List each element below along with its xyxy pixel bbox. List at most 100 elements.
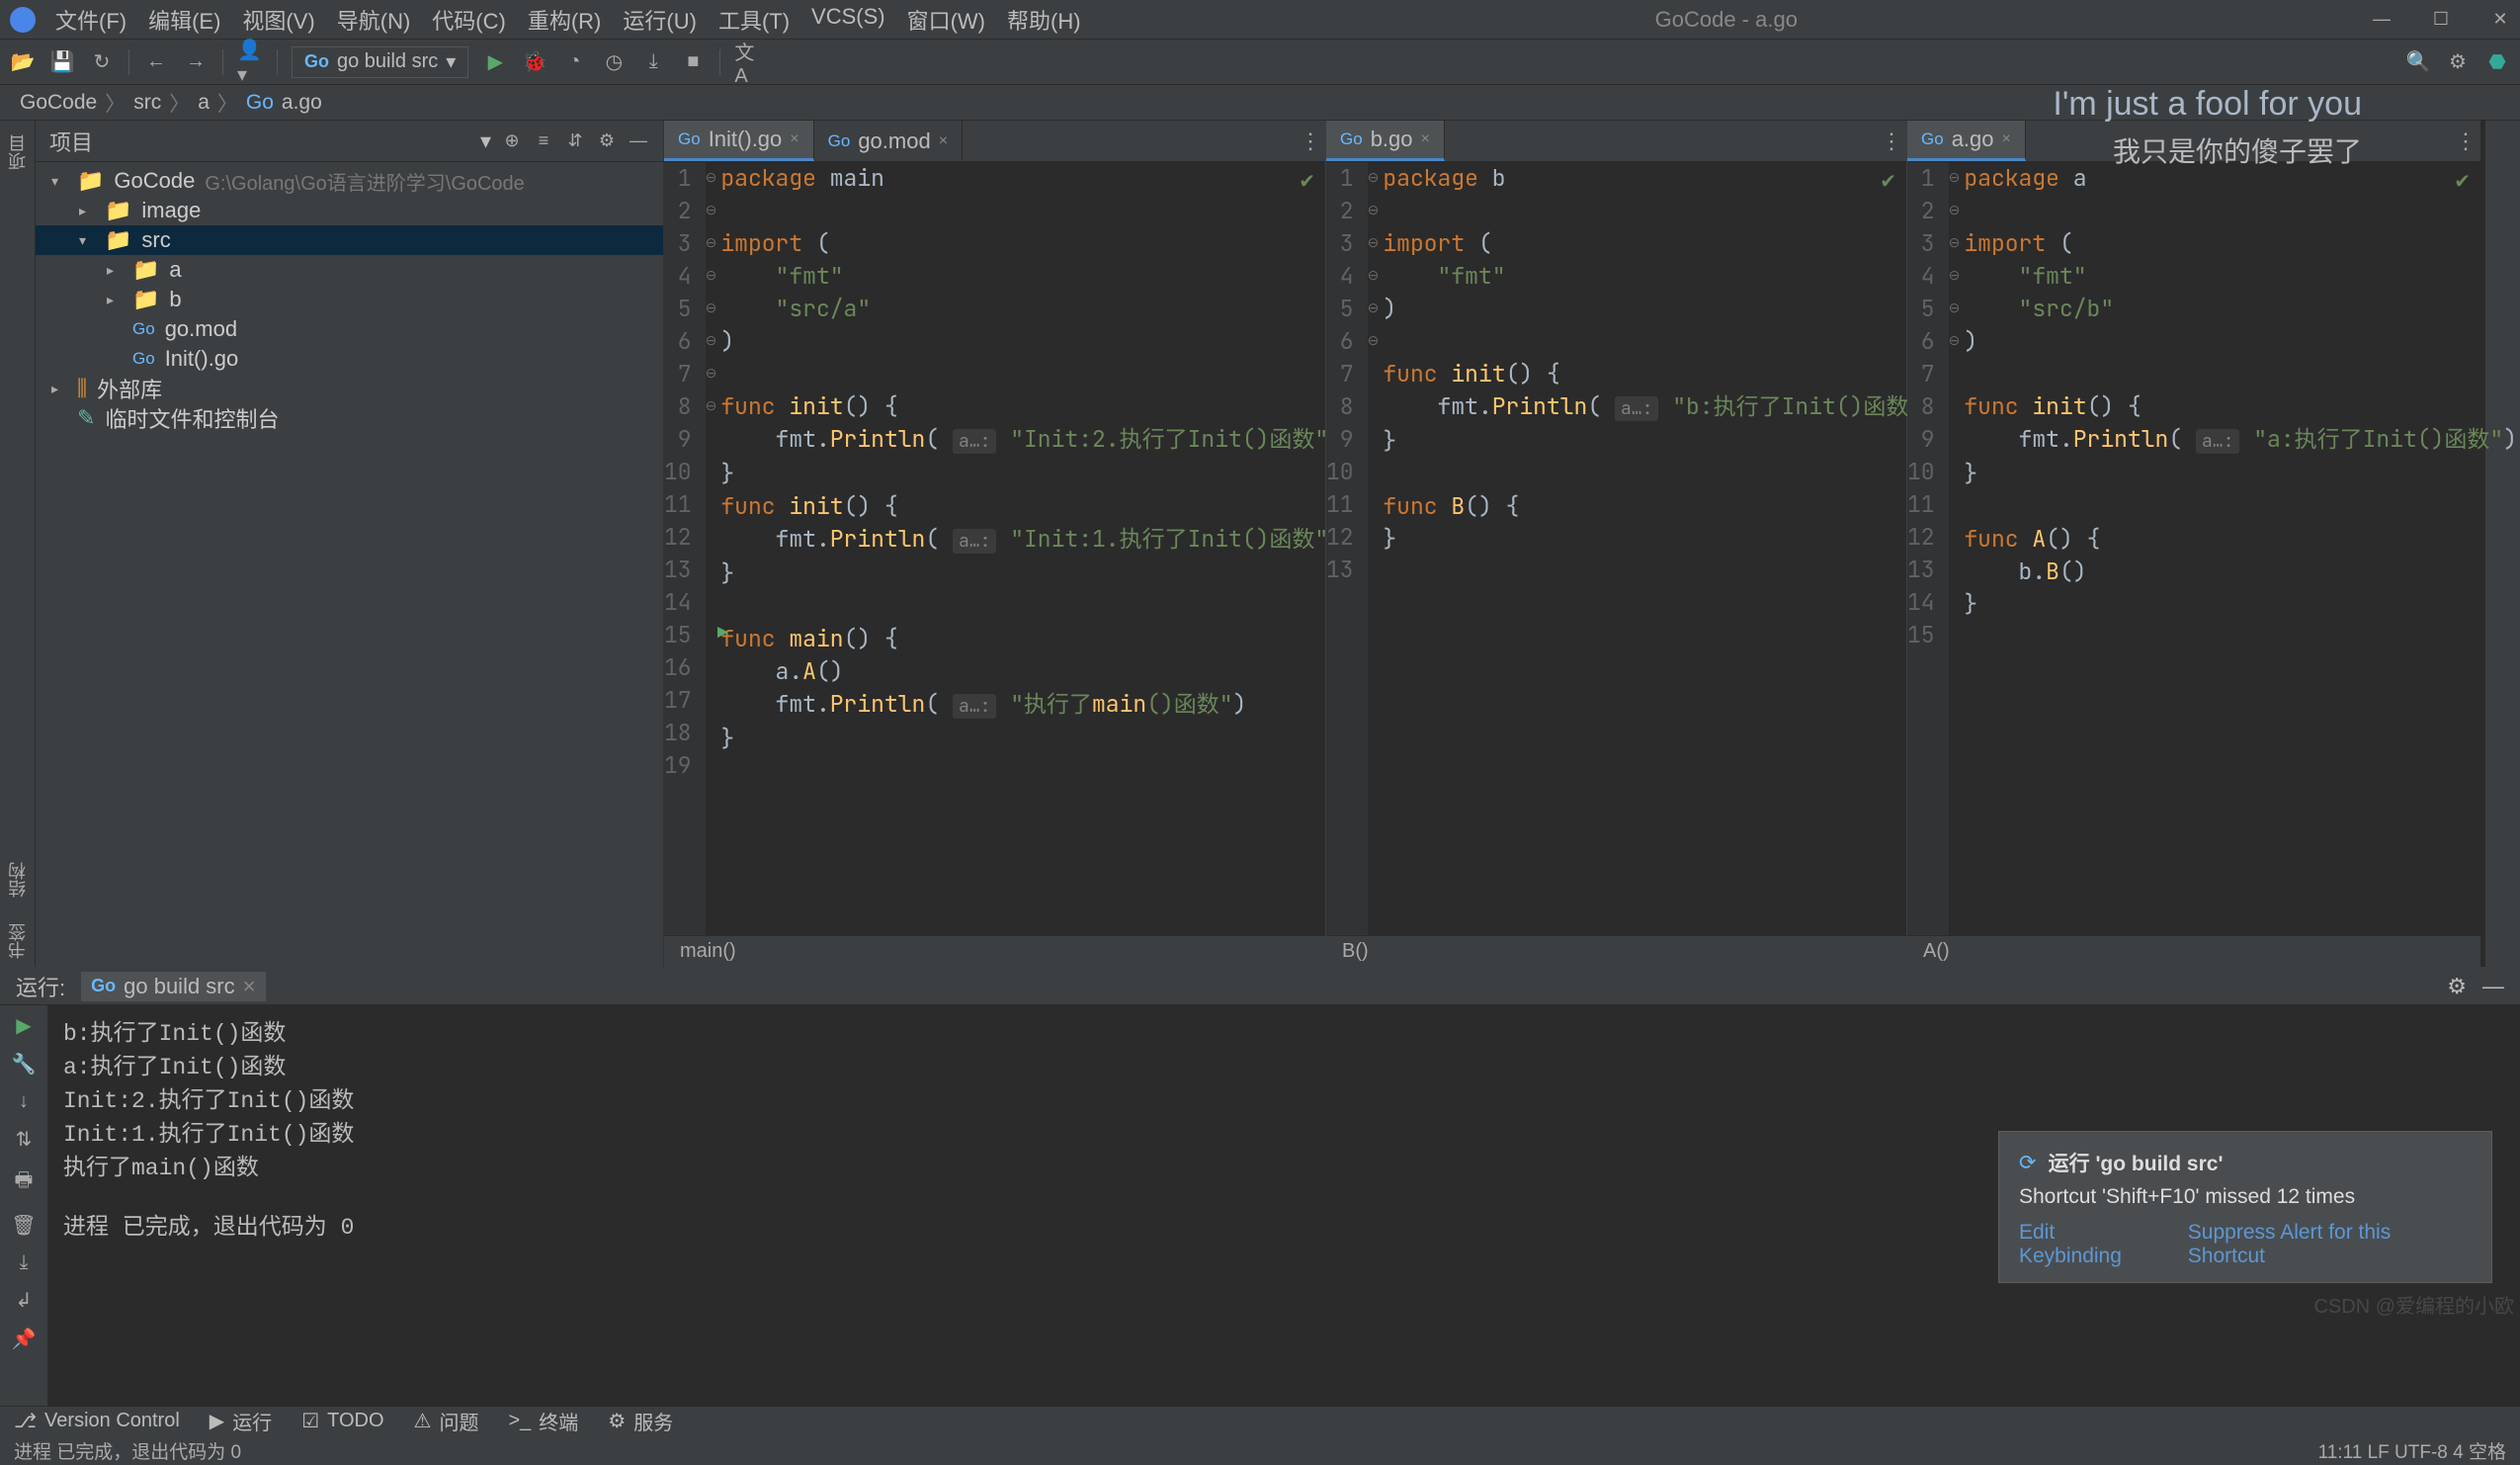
structure-tool-button[interactable]: 结构 [5,854,31,905]
menu-item[interactable]: 帮助(H) [1007,4,1081,36]
extra-icon[interactable]: ⬣ [2484,49,2510,75]
close-tab-icon[interactable]: × [939,132,948,150]
select-opened-file-icon[interactable]: ⊕ [501,130,523,151]
rerun-icon[interactable]: ▶ [16,1013,31,1038]
editor-tab[interactable]: GoInit().go× [664,121,814,161]
close-tab-icon[interactable]: × [790,130,798,148]
run-config-selector[interactable]: Go go build src ▾ [292,46,468,78]
save-icon[interactable]: 💾 [49,49,75,75]
tree-row[interactable]: Gogo.mod [36,314,663,344]
debug-icon[interactable]: 🐞 [522,49,547,75]
forward-icon[interactable]: → [183,49,209,75]
menu-item[interactable]: 编辑(E) [148,4,220,36]
hide-panel-icon[interactable]: — [628,130,649,151]
run-settings-icon[interactable]: ⚙ [2447,974,2467,999]
code-editor[interactable]: package a import ( "fmt" "src/b" ) func … [1960,162,2517,935]
chevron-down-icon[interactable]: ▾ [480,129,491,154]
editor-tab[interactable]: Gogo.mod× [814,121,963,161]
menu-item[interactable]: 运行(U) [623,4,697,36]
run-tab[interactable]: Go go build src × [81,972,265,1001]
run-icon[interactable]: ▶ [482,49,508,75]
toolwindow-button[interactable]: ⎇Version Control [14,1409,180,1433]
editor-breadcrumb[interactable]: A() [1907,935,2480,967]
expand-all-icon[interactable]: ≡ [533,130,554,151]
tree-row[interactable]: ▸📁image [36,196,663,225]
editor-tab[interactable]: Gob.go× [1326,121,1445,161]
tree-row[interactable]: ✎临时文件和控制台 [36,403,663,433]
menu-item[interactable]: 代码(C) [432,4,506,36]
panel-settings-icon[interactable]: ⚙ [596,130,618,151]
menu-item[interactable]: 文件(F) [55,4,126,36]
toolwindow-button[interactable]: ☑TODO [301,1409,383,1433]
app-icon [10,7,36,33]
breadcrumb-item[interactable]: a [198,91,210,115]
tree-row[interactable]: GoInit().go [36,344,663,374]
tree-row[interactable]: ▸📁a [36,255,663,285]
notification-balloon[interactable]: ⟳ 运行 'go build src' Shortcut 'Shift+F10'… [1998,1131,2492,1283]
gutter-run-icon[interactable]: ▶ [717,622,728,645]
print-icon[interactable]: 🖶 [15,1165,34,1199]
user-menu-icon[interactable]: 👤▾ [237,49,263,75]
close-tab-icon[interactable]: × [243,974,256,999]
toolwindow-button[interactable]: >_终端 [508,1407,578,1435]
stop-icon[interactable]: ■ [680,49,706,75]
toolwindow-label: 服务 [633,1407,673,1435]
close-tab-icon[interactable]: × [2002,130,2011,148]
delete-icon[interactable]: 🗑 [11,1213,36,1238]
project-tree[interactable]: ▾📁GoCode G:\Golang\Go语言进阶学习\GoCode▸📁imag… [36,162,663,967]
maximize-icon[interactable]: ☐ [2431,9,2451,30]
editor-tab[interactable]: Goa.go× [1907,121,2026,161]
collapse-all-icon[interactable]: ⇵ [564,130,586,151]
profile-icon[interactable]: ◷ [601,49,627,75]
notification-link-suppress[interactable]: Suppress Alert for this Shortcut [2188,1221,2472,1268]
code-editor[interactable]: package b import ( "fmt" ) func init() {… [1379,162,1936,935]
settings-icon[interactable]: ⚙ [2445,49,2471,75]
search-everywhere-icon[interactable]: 🔍 [2405,49,2431,75]
down-icon[interactable]: ↓ [19,1090,29,1113]
tree-row[interactable]: ▸⫼外部库 [36,374,663,403]
menu-item[interactable]: 重构(R) [528,4,602,36]
menu-item[interactable]: 导航(N) [337,4,411,36]
tab-menu-icon[interactable]: ⋮ [2451,121,2480,161]
attach-icon[interactable]: ⤓ [640,49,666,75]
editor-breadcrumb[interactable]: B() [1326,935,1906,967]
translate-icon[interactable]: 文A [734,49,760,75]
pin-icon[interactable]: 📌 [12,1327,37,1351]
tree-row[interactable]: ▾📁src [36,225,663,255]
toolwindow-button[interactable]: ⚙服务 [608,1407,673,1435]
toolwindow-button[interactable]: ▶运行 [210,1407,272,1435]
soft-wrap-icon[interactable]: ↲ [16,1288,33,1313]
close-icon[interactable]: ✕ [2490,9,2510,30]
code-editor[interactable]: package main import ( "fmt" "src/a" ) fu… [716,162,1342,935]
hide-run-icon[interactable]: — [2482,974,2504,999]
breadcrumb-item[interactable]: GoCode [20,91,97,115]
filter-icon[interactable]: ⇅ [16,1127,33,1152]
project-tool-button[interactable]: 项目 [5,127,31,178]
project-panel: 项目 ▾ ⊕ ≡ ⇵ ⚙ — ▾📁GoCode G:\Golang\Go语言进阶… [36,121,664,967]
tab-menu-icon[interactable]: ⋮ [1296,121,1325,161]
toolwindow-icon: >_ [508,1410,531,1432]
tree-item-name: src [141,227,170,253]
back-icon[interactable]: ← [143,49,169,75]
tab-menu-icon[interactable]: ⋮ [1877,121,1906,161]
open-icon[interactable]: 📂 [10,49,36,75]
minimize-icon[interactable]: — [2372,9,2392,30]
menu-item[interactable]: 工具(T) [718,4,790,36]
tree-row[interactable]: ▾📁GoCode G:\Golang\Go语言进阶学习\GoCode [36,166,663,196]
bookmark-tool-button[interactable]: 书签 [5,915,31,967]
breadcrumb-item[interactable]: src [133,91,161,115]
breadcrumb-item[interactable]: a.go [282,91,322,115]
tree-row[interactable]: ▸📁b [36,285,663,314]
editor-breadcrumb[interactable]: main() [664,935,1325,967]
notification-link-edit[interactable]: Edit Keybinding [2019,1221,2162,1268]
coverage-icon[interactable]: ◔ [561,49,587,75]
toolwindow-button[interactable]: ⚠问题 [414,1407,479,1435]
menu-item[interactable]: 窗口(W) [907,4,985,36]
menu-item[interactable]: VCS(S) [811,4,885,36]
close-tab-icon[interactable]: × [1421,130,1430,148]
menu-item[interactable]: 视图(V) [242,4,314,36]
sync-icon[interactable]: ↻ [89,49,115,75]
export-icon[interactable]: ⤓ [20,1251,29,1274]
status-cursor[interactable]: 11:11 LF UTF-8 4 空格 [2318,1437,2506,1464]
wrench-icon[interactable]: 🔧 [12,1052,37,1077]
